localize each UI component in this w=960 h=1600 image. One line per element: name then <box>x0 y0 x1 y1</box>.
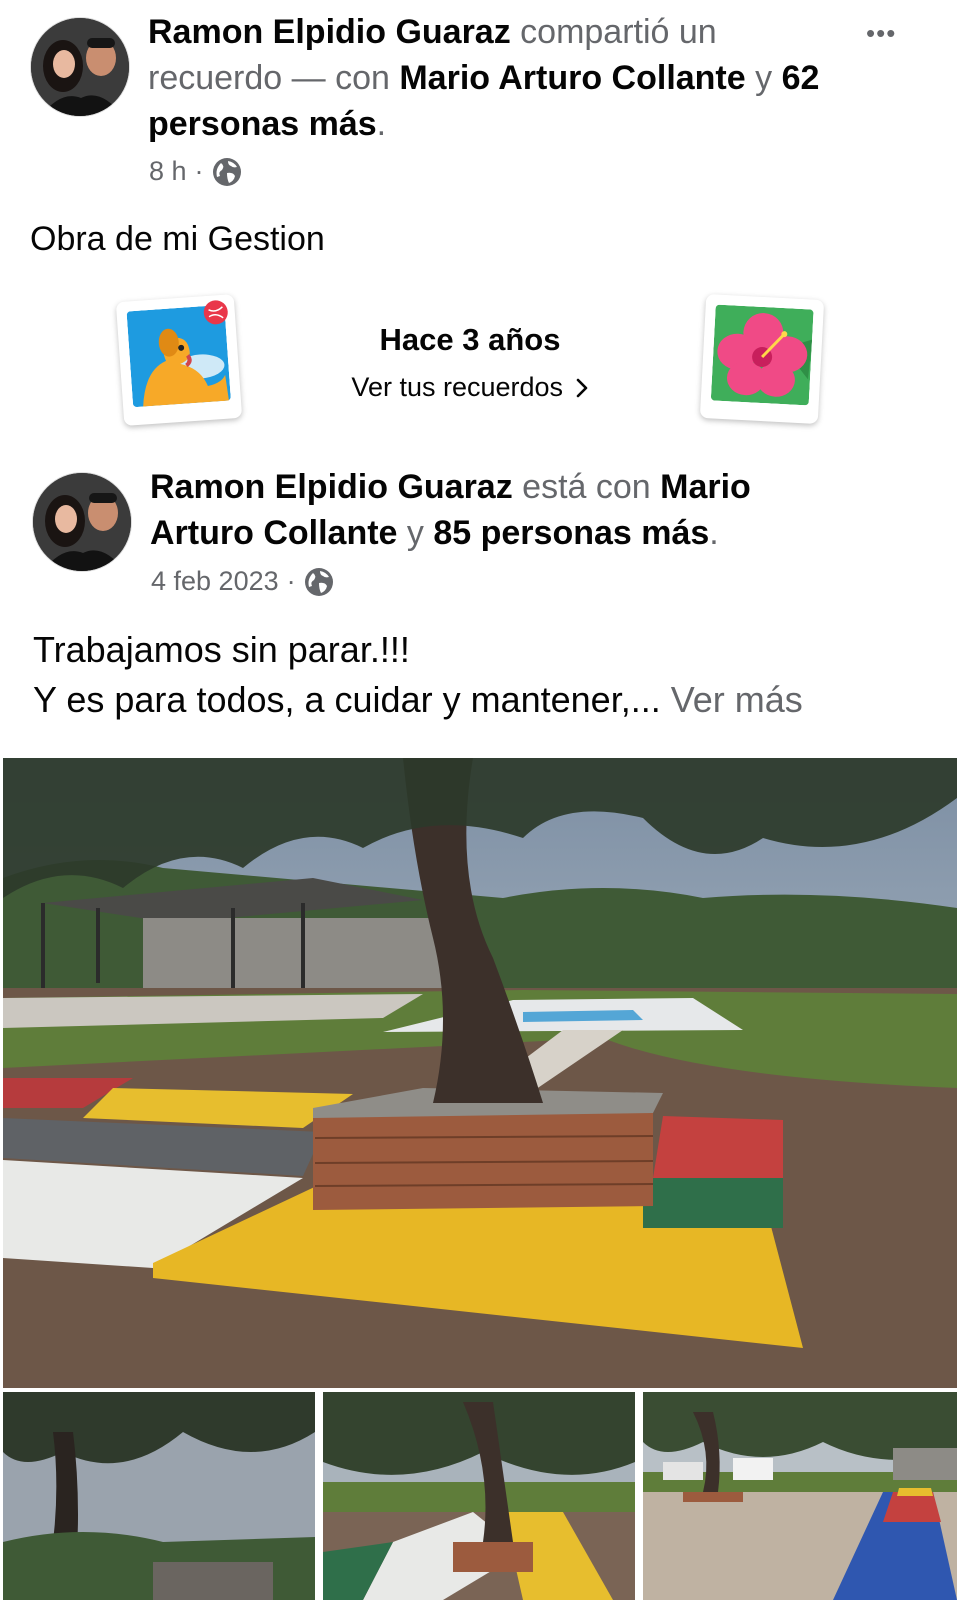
memory-post-text: Trabajamos sin parar.!!! Y es para todos… <box>33 625 933 725</box>
hibiscus-photo-sticker <box>699 293 825 425</box>
memory-tagged-others-link[interactable]: 85 personas más <box>433 514 709 552</box>
post-timestamp[interactable]: 8 h <box>149 156 187 187</box>
memory-author-name[interactable]: Ramon Elpidio Guaraz <box>150 468 513 506</box>
memory-action-text: está con <box>512 468 661 506</box>
period-text: . <box>376 105 387 143</box>
memory-text-line2-body: Y es para todos, a cuidar y mantener,... <box>33 679 661 720</box>
memory-period-text: . <box>709 514 719 552</box>
memory-post-date[interactable]: 4 feb 2023 <box>151 566 279 597</box>
thumbnail-photo-3[interactable] <box>643 1392 957 1600</box>
memory-text-line2: Y es para todos, a cuidar y mantener,...… <box>33 675 933 725</box>
meta-separator: · <box>194 156 204 186</box>
memory-post-header: Ramon Elpidio Guaraz está con Mario Artu… <box>150 464 840 556</box>
thumbnail-photo-2[interactable] <box>323 1392 635 1600</box>
globe-icon[interactable] <box>304 567 334 597</box>
memory-text-line1: Trabajamos sin parar.!!! <box>33 629 410 670</box>
shared-post-meta: 8 h · <box>149 156 242 187</box>
connector-text: y <box>745 59 782 97</box>
shared-post-header: Ramon Elpidio Guaraz compartió un recuer… <box>148 9 838 147</box>
memory-meta-separator: · <box>286 566 296 596</box>
memory-connector-text: y <box>397 514 434 552</box>
memory-title: Hace 3 años <box>379 322 561 357</box>
tagged-person[interactable]: Mario Arturo Collante <box>399 59 745 97</box>
see-more-link[interactable]: Ver más <box>671 679 803 720</box>
chevron-right-icon <box>576 378 587 398</box>
memory-author-avatar[interactable] <box>32 472 132 572</box>
author-avatar[interactable] <box>30 17 130 117</box>
see-memories-link[interactable]: Ver tus recuerdos <box>300 372 640 403</box>
thumbnail-photo-1[interactable] <box>3 1392 315 1600</box>
shared-post-text: Obra de mi Gestion <box>30 220 325 258</box>
more-options-icon: ••• <box>866 18 897 48</box>
author-name[interactable]: Ramon Elpidio Guaraz <box>148 13 511 51</box>
dog-photo-sticker <box>115 294 243 426</box>
main-post-photo[interactable] <box>3 758 957 1388</box>
see-memories-label: Ver tus recuerdos <box>351 372 564 402</box>
globe-icon[interactable] <box>212 157 242 187</box>
more-options-button[interactable]: ••• <box>866 18 918 54</box>
memory-post-meta: 4 feb 2023 · <box>151 566 334 597</box>
